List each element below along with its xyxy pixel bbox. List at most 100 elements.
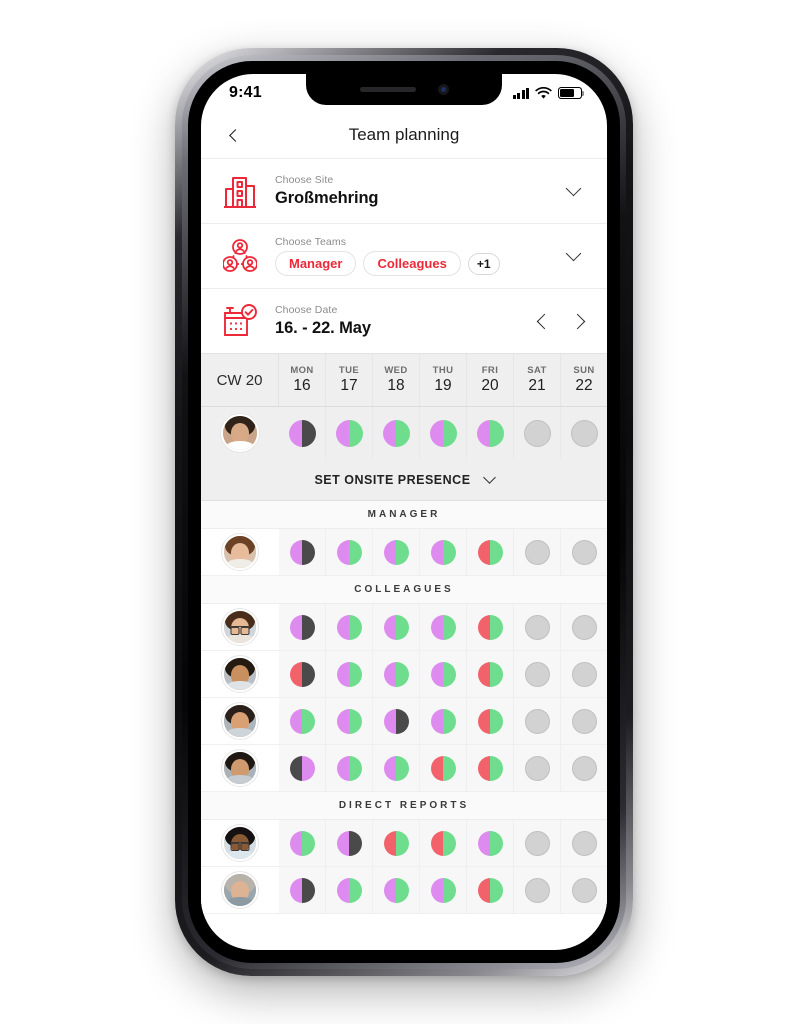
day-header-wed[interactable]: WED 18 — [373, 354, 420, 406]
day-status-slot[interactable] — [279, 651, 326, 697]
avatar-cell[interactable] — [201, 414, 279, 452]
day-status-slot[interactable] — [326, 867, 373, 913]
choose-teams-row[interactable]: Choose Teams Manager Colleagues +1 — [201, 223, 607, 288]
prev-week-button[interactable] — [536, 313, 553, 329]
day-status-slot[interactable] — [420, 867, 467, 913]
day-header-sun[interactable]: SUN 22 — [561, 354, 607, 406]
day-status-slot[interactable] — [279, 604, 326, 650]
set-onsite-presence-button[interactable]: SET ONSITE PRESENCE — [201, 459, 607, 501]
next-week-button[interactable] — [569, 313, 586, 329]
day-header-sat[interactable]: SAT 21 — [514, 354, 561, 406]
day-status-slot[interactable] — [514, 604, 561, 650]
day-status-slot[interactable] — [420, 745, 467, 791]
day-status-slot[interactable] — [373, 529, 420, 575]
day-status-slot[interactable] — [373, 407, 420, 459]
choose-date-row[interactable]: Choose Date 16. - 22. May — [201, 288, 607, 353]
day-status-slot[interactable] — [279, 867, 326, 913]
day-header-tue[interactable]: TUE 17 — [326, 354, 373, 406]
day-status-slot[interactable] — [467, 745, 514, 791]
day-status-slot[interactable] — [467, 407, 514, 459]
day-status-slot[interactable] — [420, 820, 467, 866]
day-status-slot[interactable] — [326, 698, 373, 744]
avatar-cell[interactable] — [201, 825, 279, 861]
day-status-slot[interactable] — [420, 407, 467, 459]
day-name: TUE — [338, 365, 360, 376]
day-status-slot[interactable] — [373, 604, 420, 650]
roster-row[interactable] — [201, 820, 607, 867]
day-status-slot[interactable] — [279, 745, 326, 791]
status-dot-purple-green — [336, 661, 362, 687]
day-status-slot[interactable] — [279, 820, 326, 866]
day-status-slot[interactable] — [514, 820, 561, 866]
day-status-slot[interactable] — [467, 698, 514, 744]
day-status-slot[interactable] — [561, 867, 607, 913]
team-chip-manager[interactable]: Manager — [275, 251, 357, 276]
team-chip-more-count[interactable]: +1 — [467, 252, 500, 275]
avatar-cell[interactable] — [201, 656, 279, 692]
day-status-slot[interactable] — [326, 604, 373, 650]
avatar-cell[interactable] — [201, 534, 279, 570]
day-status-slot[interactable] — [514, 698, 561, 744]
day-status-slot[interactable] — [326, 407, 373, 459]
avatar-cell[interactable] — [201, 872, 279, 908]
roster-row[interactable] — [201, 867, 607, 914]
day-status-slot[interactable] — [279, 407, 326, 459]
roster-row[interactable] — [201, 698, 607, 745]
day-status-slot[interactable] — [420, 698, 467, 744]
status-dot-red-dark — [289, 661, 315, 687]
roster-row[interactable] — [201, 745, 607, 792]
day-status-slot[interactable] — [373, 651, 420, 697]
day-status-slot[interactable] — [373, 745, 420, 791]
choose-site-row[interactable]: Choose Site Großmehring — [201, 158, 607, 223]
day-status-slot[interactable] — [420, 604, 467, 650]
day-status-slot[interactable] — [279, 698, 326, 744]
day-status-slot[interactable] — [561, 820, 607, 866]
day-status-slot[interactable] — [420, 651, 467, 697]
avatar-cell[interactable] — [201, 703, 279, 739]
day-status-slot[interactable] — [373, 698, 420, 744]
day-status-slot[interactable] — [561, 651, 607, 697]
avatar-cell[interactable] — [201, 609, 279, 645]
day-status-slot[interactable] — [326, 820, 373, 866]
day-status-slot[interactable] — [326, 529, 373, 575]
roster-row[interactable] — [201, 651, 607, 698]
chevron-down-icon[interactable] — [565, 180, 582, 197]
day-header-thu[interactable]: THU 19 — [420, 354, 467, 406]
avatar-cell[interactable] — [201, 750, 279, 786]
day-status-slot[interactable] — [514, 407, 561, 459]
day-status-slot[interactable] — [467, 867, 514, 913]
status-dot-empty — [571, 830, 597, 856]
day-status-slot[interactable] — [326, 651, 373, 697]
roster-row[interactable] — [201, 604, 607, 651]
day-status-slot[interactable] — [561, 698, 607, 744]
day-status-slot[interactable] — [514, 529, 561, 575]
day-status-slot[interactable] — [514, 867, 561, 913]
day-status-slot[interactable] — [561, 529, 607, 575]
day-status-slot[interactable] — [467, 820, 514, 866]
chevron-down-icon[interactable] — [565, 245, 582, 262]
day-header-mon[interactable]: MON 16 — [279, 354, 326, 406]
back-button[interactable] — [219, 120, 249, 150]
day-status-slot[interactable] — [373, 867, 420, 913]
content-scroll-area[interactable]: Choose Site Großmehring Choose Teams Man… — [201, 158, 607, 950]
day-status-slot[interactable] — [514, 651, 561, 697]
day-status-slot[interactable] — [279, 529, 326, 575]
day-status-slot[interactable] — [561, 407, 607, 459]
day-status-slot[interactable] — [561, 745, 607, 791]
my-presence-row[interactable] — [201, 407, 607, 459]
team-chip-colleagues[interactable]: Colleagues — [363, 251, 461, 276]
day-status-slot[interactable] — [467, 651, 514, 697]
roster-row[interactable] — [201, 529, 607, 576]
status-half-left — [477, 614, 490, 640]
day-status-slot[interactable] — [373, 820, 420, 866]
day-status-slot[interactable] — [467, 529, 514, 575]
status-dot-empty — [570, 419, 598, 447]
day-header-fri[interactable]: FRI 20 — [467, 354, 514, 406]
day-status-slot[interactable] — [467, 604, 514, 650]
day-status-slot[interactable] — [561, 604, 607, 650]
day-status-slot[interactable] — [420, 529, 467, 575]
status-dot-purple-green — [335, 419, 363, 447]
avatar-face — [231, 423, 249, 443]
day-status-slot[interactable] — [326, 745, 373, 791]
day-status-slot[interactable] — [514, 745, 561, 791]
